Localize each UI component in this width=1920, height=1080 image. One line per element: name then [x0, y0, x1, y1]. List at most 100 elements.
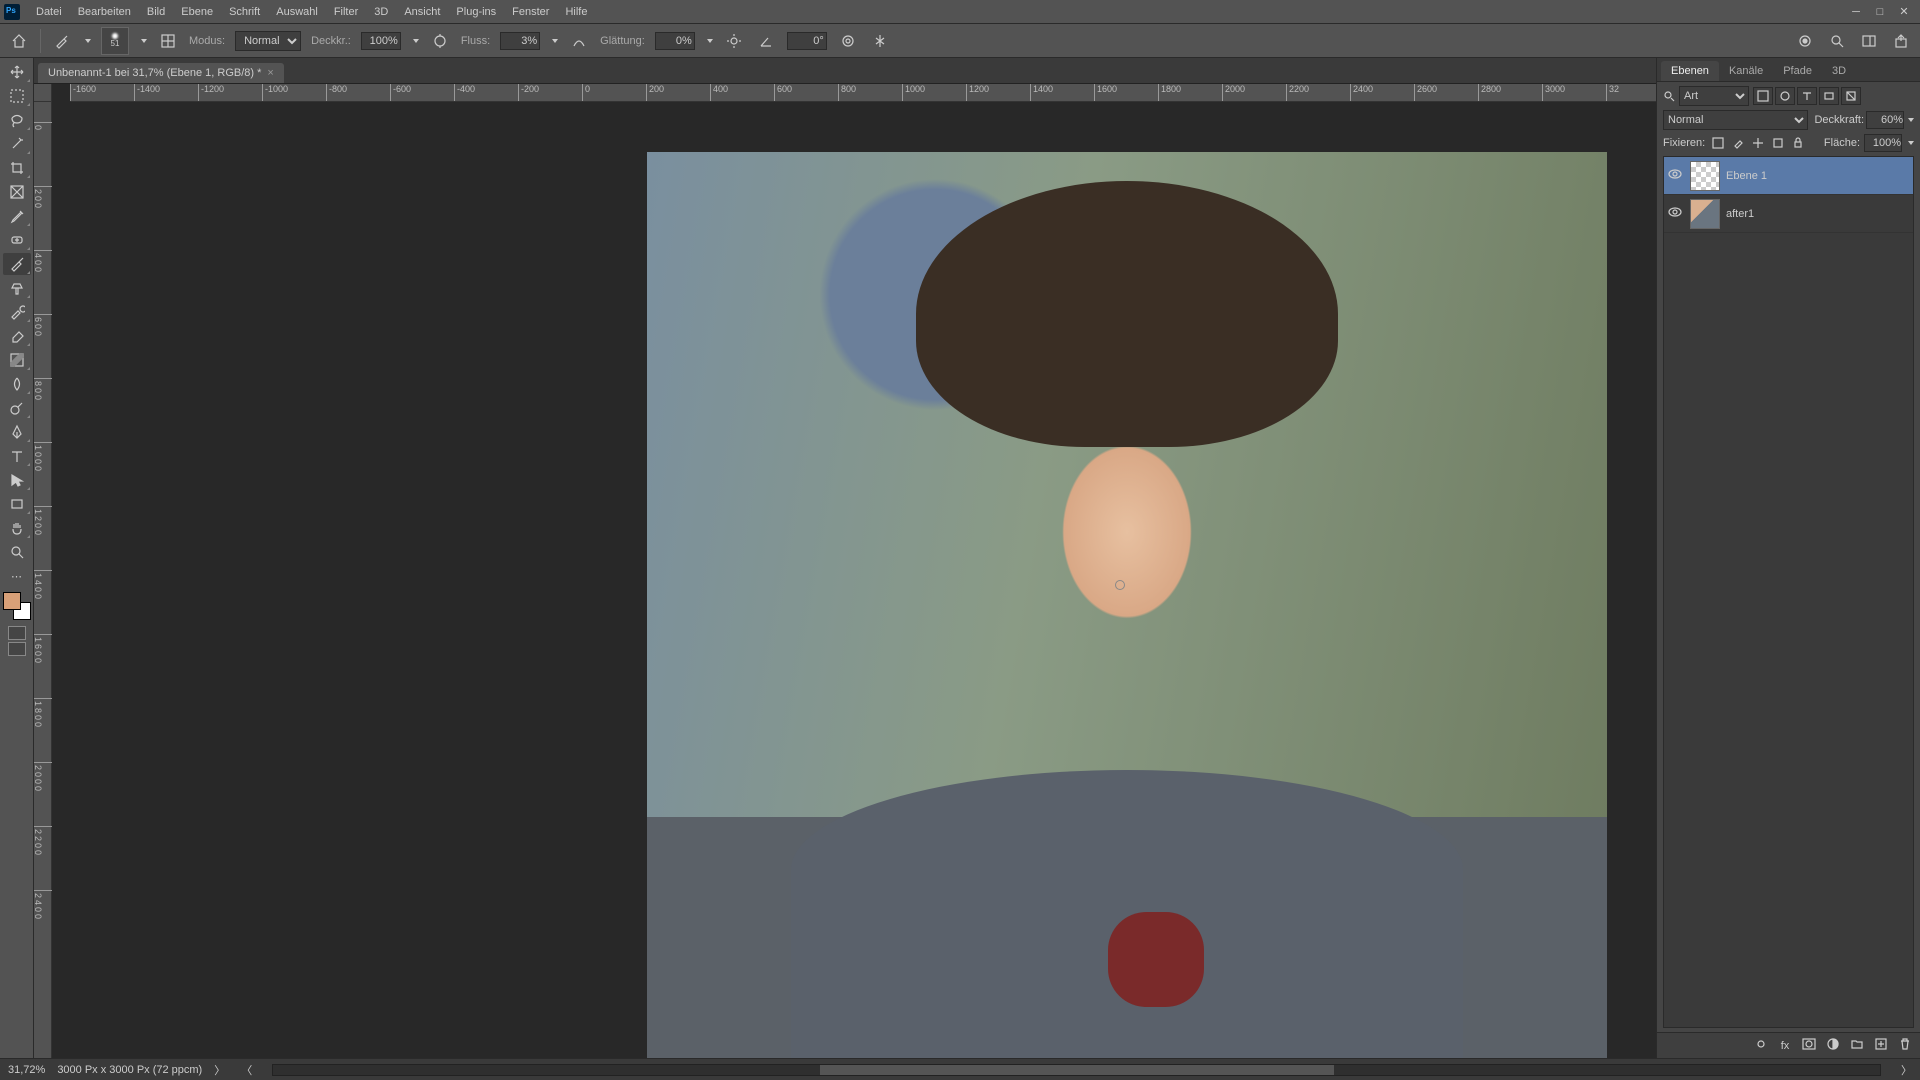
smoothing-options-icon[interactable]	[723, 30, 745, 52]
delete-layer-icon[interactable]	[1896, 1037, 1914, 1054]
rectangle-tool[interactable]	[3, 493, 31, 515]
layer-filter-kind[interactable]: Art	[1679, 86, 1749, 106]
doc-info-caret[interactable]: 〉	[214, 1062, 225, 1078]
eyedropper-tool[interactable]	[3, 205, 31, 227]
visibility-icon[interactable]	[1668, 167, 1684, 184]
search-icon[interactable]	[1826, 30, 1848, 52]
canvas[interactable]	[647, 152, 1607, 1058]
airbrush-icon[interactable]	[568, 30, 590, 52]
menu-bearbeiten[interactable]: Bearbeiten	[70, 6, 139, 18]
tool-preset-dropdown[interactable]	[85, 39, 91, 43]
menu-schrift[interactable]: Schrift	[221, 6, 268, 18]
lasso-tool[interactable]	[3, 109, 31, 131]
lock-artboard-icon[interactable]	[1769, 135, 1787, 151]
group-layers-icon[interactable]	[1848, 1037, 1866, 1054]
layer-style-icon[interactable]: fx	[1776, 1040, 1794, 1052]
panel-tab-ebenen[interactable]: Ebenen	[1661, 61, 1719, 81]
menu-filter[interactable]: Filter	[326, 6, 366, 18]
layer-blend-mode[interactable]: Normal	[1663, 110, 1808, 130]
blur-tool[interactable]	[3, 373, 31, 395]
lock-transparency-icon[interactable]	[1709, 135, 1727, 151]
maximize-button[interactable]: □	[1868, 6, 1892, 18]
lock-pixels-icon[interactable]	[1729, 135, 1747, 151]
zoom-tool[interactable]	[3, 541, 31, 563]
panel-tab-3d[interactable]: 3D	[1822, 61, 1856, 81]
panel-tab-pfade[interactable]: Pfade	[1773, 61, 1822, 81]
layer-name[interactable]: after1	[1726, 208, 1754, 220]
share-icon[interactable]	[1890, 30, 1912, 52]
dodge-tool[interactable]	[3, 397, 31, 419]
adjustment-layer-icon[interactable]	[1824, 1037, 1842, 1054]
vertical-ruler[interactable]: 0200400600800100012001400160018002000220…	[34, 102, 52, 1058]
layer-mask-icon[interactable]	[1800, 1037, 1818, 1054]
filter-type-icon[interactable]	[1797, 87, 1817, 105]
menu-auswahl[interactable]: Auswahl	[268, 6, 326, 18]
screen-mode-icon[interactable]	[8, 642, 26, 656]
menu-bild[interactable]: Bild	[139, 6, 173, 18]
panel-tab-kanäle[interactable]: Kanäle	[1719, 61, 1773, 81]
cloud-docs-icon[interactable]	[1794, 30, 1816, 52]
filter-adjustment-icon[interactable]	[1775, 87, 1795, 105]
symmetry-icon[interactable]	[869, 30, 891, 52]
opacity-input[interactable]	[361, 32, 401, 50]
ruler-origin[interactable]	[34, 84, 52, 102]
gradient-tool[interactable]	[3, 349, 31, 371]
zoom-level[interactable]: 31,72%	[8, 1064, 45, 1076]
scroll-left[interactable]: 〈	[241, 1062, 252, 1078]
filter-smart-icon[interactable]	[1841, 87, 1861, 105]
edit-toolbar[interactable]: ⋯	[3, 565, 31, 587]
scrollbar-thumb[interactable]	[820, 1065, 1334, 1075]
blend-mode-select[interactable]: Normal	[235, 31, 301, 51]
opacity-caret[interactable]	[1908, 118, 1914, 122]
healing-brush-tool[interactable]	[3, 229, 31, 251]
layer-thumbnail[interactable]	[1690, 161, 1720, 191]
menu-fenster[interactable]: Fenster	[504, 6, 557, 18]
type-tool[interactable]	[3, 445, 31, 467]
filter-pixel-icon[interactable]	[1753, 87, 1773, 105]
opacity-dropdown[interactable]	[413, 39, 419, 43]
document-tab[interactable]: Unbenannt-1 bei 31,7% (Ebene 1, RGB/8) *…	[38, 63, 284, 83]
layer-row[interactable]: Ebene 1	[1664, 157, 1913, 195]
flow-dropdown[interactable]	[552, 39, 558, 43]
menu-ebene[interactable]: Ebene	[173, 6, 221, 18]
layer-fill-input[interactable]	[1864, 134, 1902, 152]
horizontal-ruler[interactable]: -1600-1400-1200-1000-800-600-400-2000200…	[70, 84, 1656, 102]
menu-3d[interactable]: 3D	[366, 6, 396, 18]
close-tab-icon[interactable]: ×	[267, 67, 273, 79]
link-layers-icon[interactable]	[1752, 1037, 1770, 1054]
layer-row[interactable]: after1	[1664, 195, 1913, 233]
brush-preset-picker[interactable]: 51	[101, 27, 129, 55]
canvas-viewport[interactable]	[52, 102, 1656, 1058]
eraser-tool[interactable]	[3, 325, 31, 347]
lock-position-icon[interactable]	[1749, 135, 1767, 151]
magic-wand-tool[interactable]	[3, 133, 31, 155]
brush-tool[interactable]	[3, 253, 31, 275]
pressure-opacity-icon[interactable]	[429, 30, 451, 52]
layer-name[interactable]: Ebene 1	[1726, 170, 1767, 182]
minimize-button[interactable]: ─	[1844, 6, 1868, 18]
frame-tool[interactable]	[3, 181, 31, 203]
smoothing-dropdown[interactable]	[707, 39, 713, 43]
clone-stamp-tool[interactable]	[3, 277, 31, 299]
close-button[interactable]: ✕	[1892, 5, 1916, 18]
crop-tool[interactable]	[3, 157, 31, 179]
quick-mask-icon[interactable]	[8, 626, 26, 640]
marquee-tool[interactable]	[3, 85, 31, 107]
layer-opacity-input[interactable]	[1866, 111, 1904, 129]
layer-thumbnail[interactable]	[1690, 199, 1720, 229]
brush-settings-icon[interactable]	[157, 30, 179, 52]
hand-tool[interactable]	[3, 517, 31, 539]
new-layer-icon[interactable]	[1872, 1037, 1890, 1054]
scroll-right[interactable]: 〉	[1901, 1062, 1912, 1078]
history-brush-tool[interactable]	[3, 301, 31, 323]
move-tool[interactable]	[3, 61, 31, 83]
brush-preset-dropdown[interactable]	[141, 39, 147, 43]
doc-info[interactable]: 3000 Px x 3000 Px (72 ppcm)	[57, 1064, 202, 1076]
filter-shape-icon[interactable]	[1819, 87, 1839, 105]
pressure-size-icon[interactable]	[837, 30, 859, 52]
menu-plug-ins[interactable]: Plug-ins	[448, 6, 504, 18]
color-swatches[interactable]	[3, 592, 31, 620]
angle-icon[interactable]	[755, 30, 777, 52]
menu-datei[interactable]: Datei	[28, 6, 70, 18]
horizontal-scrollbar[interactable]	[272, 1064, 1881, 1076]
